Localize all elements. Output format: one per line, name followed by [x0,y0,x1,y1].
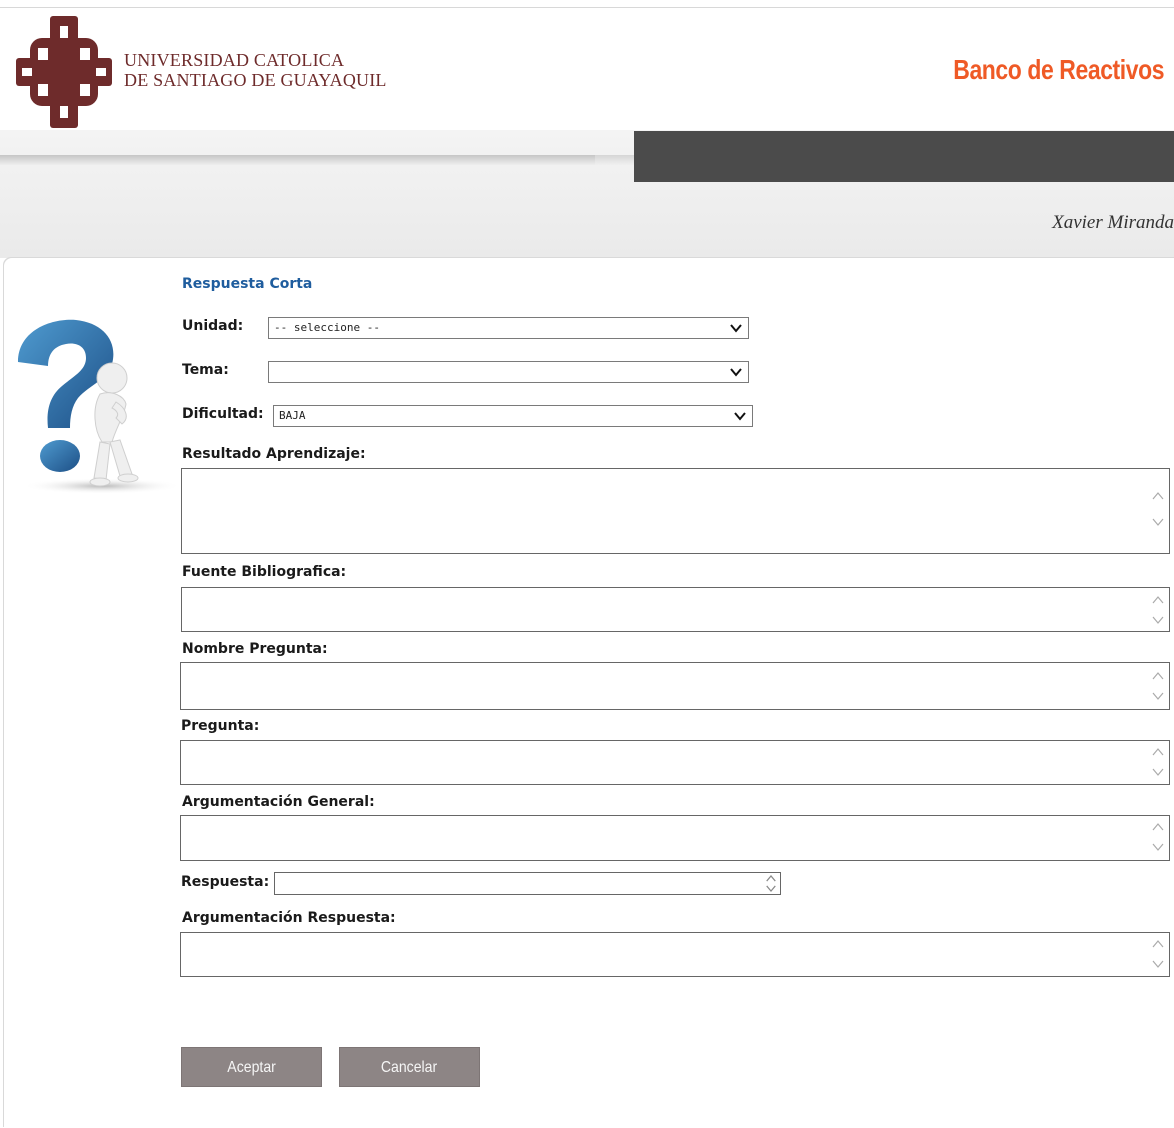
scroll-down-icon[interactable] [1151,517,1165,527]
scrollbar[interactable] [762,873,780,894]
nombre-pregunta-textarea[interactable] [180,662,1170,710]
scrollbar[interactable] [1147,663,1169,709]
user-name: Xavier Miranda [1052,212,1174,233]
scrollbar[interactable] [1147,588,1169,631]
dificultad-select[interactable]: BAJA [273,405,753,427]
top-divider [0,7,1174,8]
question-mark-figure-icon [18,319,182,494]
resultado-aprendizaje-label: Resultado Aprendizaje: [182,446,366,462]
scrollbar[interactable] [1147,816,1169,860]
fuente-bibliografica-label: Fuente Bibliografica: [182,564,347,580]
argumentacion-general-textarea[interactable] [180,815,1170,861]
scroll-up-icon[interactable] [1151,671,1165,681]
chevron-down-icon [734,412,746,421]
scroll-up-icon[interactable] [1151,595,1165,605]
scroll-down-icon[interactable] [1151,615,1165,625]
pregunta-textarea[interactable] [180,740,1170,785]
scroll-down-icon[interactable] [1151,691,1165,701]
accept-button-label: Aceptar [227,1059,276,1076]
resultado-aprendizaje-textarea[interactable] [181,468,1170,554]
scroll-down-icon[interactable] [1151,767,1165,777]
header-band-shadow-right [595,155,635,165]
scrollbar[interactable] [1147,469,1169,553]
scroll-up-icon[interactable] [1151,939,1165,949]
app-title: Banco de Reactivos [953,54,1164,85]
respuesta-label: Respuesta: [181,874,270,890]
scroll-up-icon[interactable] [1151,822,1165,832]
header-band-shadow [0,155,595,165]
accept-button[interactable]: Aceptar [181,1047,322,1087]
scroll-down-icon[interactable] [1151,959,1165,969]
university-name-line2: DE SANTIAGO DE GUAYAQUIL [124,70,387,90]
unidad-label: Unidad: [182,318,244,334]
chevron-down-icon [730,368,742,377]
fuente-bibliografica-textarea[interactable] [181,587,1170,632]
respuesta-input[interactable] [274,872,781,895]
scroll-up-icon[interactable] [765,874,777,883]
university-name: UNIVERSIDAD CATOLICA DE SANTIAGO DE GUAY… [124,50,387,90]
argumentacion-general-label: Argumentación General: [182,794,375,810]
argumentacion-respuesta-label: Argumentación Respuesta: [182,910,396,926]
scrollbar[interactable] [1147,933,1169,976]
unidad-select[interactable]: -- seleccione -- [268,317,749,339]
dificultad-label: Dificultad: [182,406,264,422]
cancel-button-label: Cancelar [381,1059,438,1076]
pregunta-label: Pregunta: [181,718,260,734]
scroll-up-icon[interactable] [1151,491,1165,501]
unidad-select-value: -- seleccione -- [274,321,380,334]
scroll-down-icon[interactable] [1151,842,1165,852]
scrollbar[interactable] [1147,741,1169,784]
tema-label: Tema: [182,362,229,378]
cancel-button[interactable]: Cancelar [339,1047,480,1087]
university-crest-icon [16,16,112,128]
dificultad-select-value: BAJA [279,409,306,422]
scroll-up-icon[interactable] [1151,747,1165,757]
scroll-down-icon[interactable] [765,884,777,893]
university-name-line1: UNIVERSIDAD CATOLICA [124,50,345,70]
form-title: Respuesta Corta [182,276,313,292]
tema-select[interactable] [268,361,749,383]
chevron-down-icon [730,324,742,333]
argumentacion-respuesta-textarea[interactable] [180,932,1170,977]
nombre-pregunta-label: Nombre Pregunta: [182,641,328,657]
navigation-bar [634,131,1174,182]
